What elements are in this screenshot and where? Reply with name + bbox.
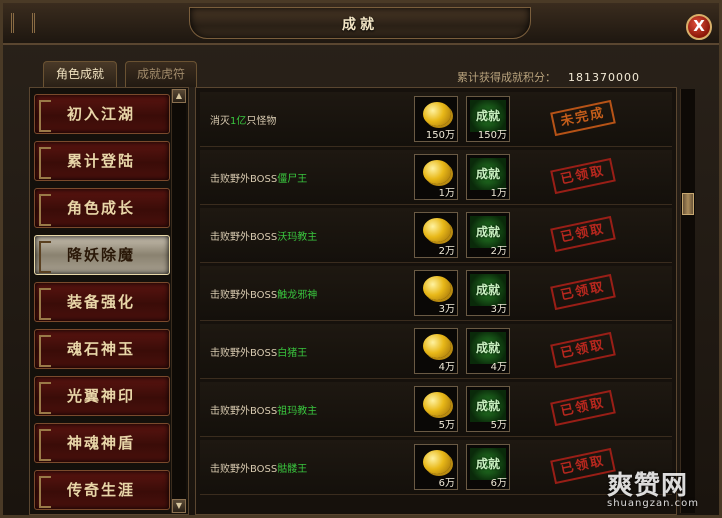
gold-coin-icon xyxy=(423,218,451,242)
gold-reward-slot[interactable]: 4万 xyxy=(414,328,458,374)
gold-amount: 2万 xyxy=(438,246,455,257)
gold-amount: 4万 xyxy=(438,362,455,373)
status-stamp: 已领取 xyxy=(550,447,616,485)
status-stamp: 已领取 xyxy=(550,331,616,369)
points-amount: 2万 xyxy=(490,246,507,257)
gold-reward-slot[interactable]: 1万 xyxy=(414,154,458,200)
gold-amount: 6万 xyxy=(438,478,455,489)
gold-reward-slot[interactable]: 150万 xyxy=(414,96,458,142)
achievement-description: 击败野外BOSS白猪王 xyxy=(210,348,308,359)
achievement-score: 累计获得成就积分： 181370000 xyxy=(457,69,640,85)
site-watermark: 爽赞网 shuangzan.com xyxy=(607,465,699,509)
achievement-row: 击败野外BOSS触龙邪神 3万 成就 3万 已领取 xyxy=(200,266,672,321)
category-item[interactable]: 神魂神盾 xyxy=(34,423,170,463)
category-item[interactable]: 魂石神玉 xyxy=(34,329,170,369)
points-reward-slot[interactable]: 成就 1万 xyxy=(466,154,510,200)
gold-reward-slot[interactable]: 6万 xyxy=(414,444,458,490)
gold-reward-slot[interactable]: 5万 xyxy=(414,386,458,432)
achievement-list: 消灭1亿只怪物 150万 成就 150万 未完成 击败野外BOSS僵尸王 1万 成… xyxy=(195,87,677,515)
gold-coin-icon xyxy=(423,450,451,474)
close-button[interactable]: X xyxy=(686,14,712,40)
category-item[interactable]: 角色成长 xyxy=(34,188,170,228)
gold-amount: 150万 xyxy=(425,130,455,141)
watermark-url: shuangzan.com xyxy=(607,498,699,509)
gold-coin-icon xyxy=(423,102,451,126)
status-stamp: 已领取 xyxy=(550,157,616,195)
category-item[interactable]: 初入江湖 xyxy=(34,94,170,134)
points-reward-slot[interactable]: 成就 6万 xyxy=(466,444,510,490)
scroll-thumb[interactable] xyxy=(682,193,694,215)
score-value: 181370000 xyxy=(568,71,640,84)
watermark-logo: 爽赞网 xyxy=(607,471,689,501)
grip-icon[interactable] xyxy=(11,13,35,33)
status-stamp: 已领取 xyxy=(550,273,616,311)
scroll-up-icon[interactable]: ▲ xyxy=(172,89,186,103)
gold-amount: 5万 xyxy=(438,420,455,431)
achievement-row: 消灭1亿只怪物 150万 成就 150万 未完成 xyxy=(200,92,672,147)
points-reward-slot[interactable]: 成就 4万 xyxy=(466,328,510,374)
achievement-description: 击败野外BOSS骷髅王 xyxy=(210,464,308,475)
achievement-row: 击败野外BOSS祖玛教主 5万 成就 5万 已领取 xyxy=(200,382,672,437)
status-stamp: 已领取 xyxy=(550,389,616,427)
window-title: 成就 xyxy=(342,17,378,33)
title-plaque: 成就 xyxy=(189,7,531,39)
gold-coin-icon xyxy=(423,392,451,416)
points-reward-slot[interactable]: 成就 2万 xyxy=(466,212,510,258)
points-amount: 150万 xyxy=(477,130,507,141)
tab-character-achievement[interactable]: 角色成就 xyxy=(43,61,117,87)
tab-achievement-tiger-tally[interactable]: 成就虎符 xyxy=(125,61,197,87)
gold-amount: 3万 xyxy=(438,304,455,315)
achievement-window: 成就 X 角色成就 成就虎符 累计获得成就积分： 181370000 初入江湖 累… xyxy=(0,0,722,518)
gold-amount: 1万 xyxy=(438,188,455,199)
points-amount: 6万 xyxy=(490,478,507,489)
achievement-description: 击败野外BOSS沃玛教主 xyxy=(210,232,318,243)
category-item-active[interactable]: 降妖除魔 xyxy=(34,235,170,275)
category-item[interactable]: 累计登陆 xyxy=(34,141,170,181)
points-amount: 5万 xyxy=(490,420,507,431)
achievement-description: 击败野外BOSS触龙邪神 xyxy=(210,290,318,301)
points-amount: 4万 xyxy=(490,362,507,373)
points-reward-slot[interactable]: 成就 3万 xyxy=(466,270,510,316)
status-stamp: 已领取 xyxy=(550,215,616,253)
gold-coin-icon xyxy=(423,160,451,184)
category-scrollbar[interactable]: ▲ ▼ xyxy=(171,89,186,513)
achievement-row: 击败野外BOSS骷髅王 6万 成就 6万 已领取 xyxy=(200,440,672,495)
gold-reward-slot[interactable]: 2万 xyxy=(414,212,458,258)
achievement-row: 击败野外BOSS白猪王 4万 成就 4万 已领取 xyxy=(200,324,672,379)
category-item[interactable]: 装备强化 xyxy=(34,282,170,322)
achievement-scrollbar[interactable] xyxy=(680,89,695,513)
gold-reward-slot[interactable]: 3万 xyxy=(414,270,458,316)
points-reward-slot[interactable]: 成就 150万 xyxy=(466,96,510,142)
achievement-description: 消灭1亿只怪物 xyxy=(210,116,277,127)
score-label: 累计获得成就积分： xyxy=(457,71,556,84)
category-list: 初入江湖 累计登陆 角色成长 降妖除魔 装备强化 魂石神玉 光翼神印 神魂神盾 … xyxy=(29,87,189,515)
gold-coin-icon xyxy=(423,334,451,358)
achievement-description: 击败野外BOSS祖玛教主 xyxy=(210,406,318,417)
achievement-description: 击败野外BOSS僵尸王 xyxy=(210,174,308,185)
points-amount: 3万 xyxy=(490,304,507,315)
category-item[interactable]: 光翼神印 xyxy=(34,376,170,416)
points-reward-slot[interactable]: 成就 5万 xyxy=(466,386,510,432)
scroll-down-icon[interactable]: ▼ xyxy=(172,499,186,513)
category-item[interactable]: 传奇生涯 xyxy=(34,470,170,510)
points-amount: 1万 xyxy=(490,188,507,199)
achievement-row: 击败野外BOSS沃玛教主 2万 成就 2万 已领取 xyxy=(200,208,672,263)
status-stamp: 未完成 xyxy=(550,99,616,137)
achievement-row: 击败野外BOSS僵尸王 1万 成就 1万 已领取 xyxy=(200,150,672,205)
title-bar: 成就 X xyxy=(3,3,719,45)
gold-coin-icon xyxy=(423,276,451,300)
